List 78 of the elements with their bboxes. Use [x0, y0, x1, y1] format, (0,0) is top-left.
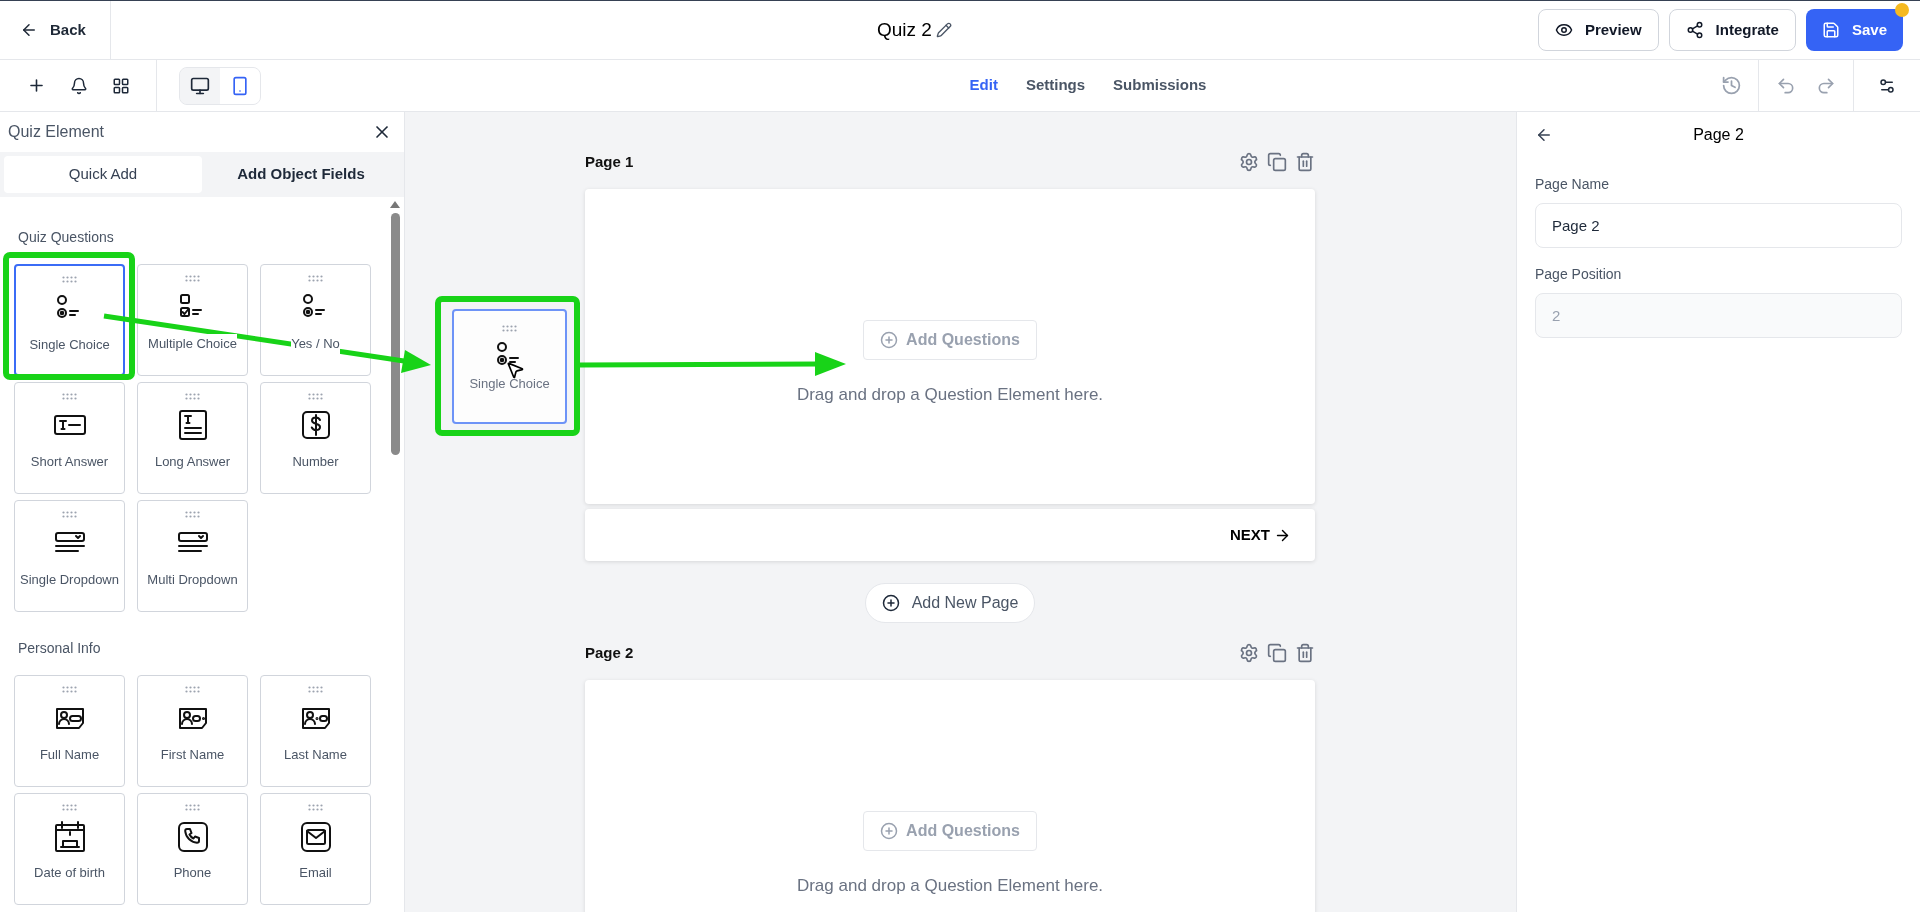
settings-icon[interactable]	[1239, 152, 1259, 172]
grip-icon[interactable]	[185, 275, 200, 282]
grid-icon[interactable]	[111, 76, 130, 95]
element-card[interactable]: Phone	[137, 793, 248, 905]
element-label: Multiple Choice	[148, 334, 237, 354]
sliders-icon[interactable]	[1878, 76, 1896, 95]
element-card[interactable]: First Name	[137, 675, 248, 787]
integrate-button[interactable]: Integrate	[1668, 9, 1796, 51]
edit-icon[interactable]	[935, 22, 952, 38]
form-title: Quiz 2	[876, 17, 932, 42]
element-card[interactable]: Long Answer	[137, 382, 248, 494]
save-button[interactable]: Save	[1805, 9, 1903, 51]
panel-title: Quiz Element	[8, 122, 105, 142]
grip-icon[interactable]	[308, 275, 323, 282]
grip-icon[interactable]	[185, 686, 200, 693]
field-label: Page Name	[1535, 175, 1610, 194]
cursor-icon	[505, 360, 525, 380]
scroll-up-icon[interactable]	[390, 201, 400, 208]
section-title: Personal Info	[17, 639, 102, 658]
nav-tab[interactable]: Submissions	[1113, 74, 1207, 97]
grip-icon[interactable]	[308, 804, 323, 811]
grip-icon[interactable]	[62, 276, 77, 283]
element-card[interactable]: Multiple Choice	[137, 264, 248, 376]
share-icon	[1685, 21, 1704, 39]
trash-icon[interactable]	[1295, 643, 1315, 663]
grip-icon[interactable]	[502, 325, 517, 332]
page-title: Page 2	[585, 642, 634, 663]
grip-icon[interactable]	[185, 511, 200, 518]
element-card[interactable]: Number	[260, 382, 371, 494]
field-label: Page Position	[1535, 265, 1623, 284]
nav-tab[interactable]: Edit	[969, 74, 998, 97]
grip-icon[interactable]	[62, 686, 77, 693]
element-card[interactable]: Last Name	[260, 675, 371, 787]
plus-circle-icon	[881, 594, 900, 612]
section-title: Quiz Questions	[17, 228, 115, 247]
drop-hint: Drag and drop a Question Element here.	[796, 384, 1104, 406]
grip-icon[interactable]	[185, 393, 200, 400]
next-button[interactable]: NEXT	[1230, 523, 1291, 547]
grip-icon[interactable]	[308, 393, 323, 400]
grip-icon[interactable]	[62, 393, 77, 400]
back-button[interactable]: Back	[0, 1, 111, 59]
undo-icon[interactable]	[1776, 75, 1796, 96]
phone-device-icon	[230, 75, 250, 96]
element-card[interactable]: Single Dropdown	[14, 500, 125, 612]
page-title: Page 1	[585, 151, 634, 172]
element-card[interactable]: Single Choice	[14, 264, 125, 376]
copy-icon[interactable]	[1267, 152, 1287, 172]
element-card[interactable]: Full Name	[14, 675, 125, 787]
history-icon[interactable]	[1721, 75, 1742, 96]
mobile-view-button[interactable]	[220, 67, 260, 104]
plus-circle-icon	[880, 822, 899, 840]
preview-button[interactable]: Preview	[1537, 9, 1659, 51]
grip-icon[interactable]	[62, 804, 77, 811]
copy-icon[interactable]	[1267, 643, 1287, 663]
grip-icon[interactable]	[308, 686, 323, 693]
plus-circle-icon	[880, 331, 899, 349]
element-card[interactable]: Short Answer	[14, 382, 125, 494]
settings-icon[interactable]	[1239, 643, 1259, 663]
trash-icon[interactable]	[1295, 152, 1315, 172]
element-card[interactable]: Email	[260, 793, 371, 905]
drop-hint: Drag and drop a Question Element here.	[796, 875, 1104, 897]
nav-tab[interactable]: Settings	[1025, 74, 1086, 97]
element-card[interactable]: Multi Dropdown	[137, 500, 248, 612]
text-field[interactable]: Page 2	[1535, 203, 1902, 248]
redo-icon[interactable]	[1816, 75, 1836, 96]
element-card[interactable]: Date of birth	[14, 793, 125, 905]
grip-icon[interactable]	[185, 804, 200, 811]
element-card[interactable]: Yes / No	[260, 264, 371, 376]
bell-icon[interactable]	[69, 76, 88, 95]
panel-tab[interactable]: Quick Add	[4, 156, 202, 193]
scrollbar-thumb[interactable]	[390, 213, 400, 455]
panel-title: Page 2	[1693, 125, 1744, 145]
grip-icon[interactable]	[62, 511, 77, 518]
add-page-button[interactable]: Add New Page	[864, 583, 1036, 623]
eye-icon	[1554, 21, 1573, 39]
element-label: Single Choice	[469, 375, 550, 393]
panel-tab[interactable]: Add Object Fields	[202, 156, 400, 193]
monitor-icon	[190, 75, 210, 96]
